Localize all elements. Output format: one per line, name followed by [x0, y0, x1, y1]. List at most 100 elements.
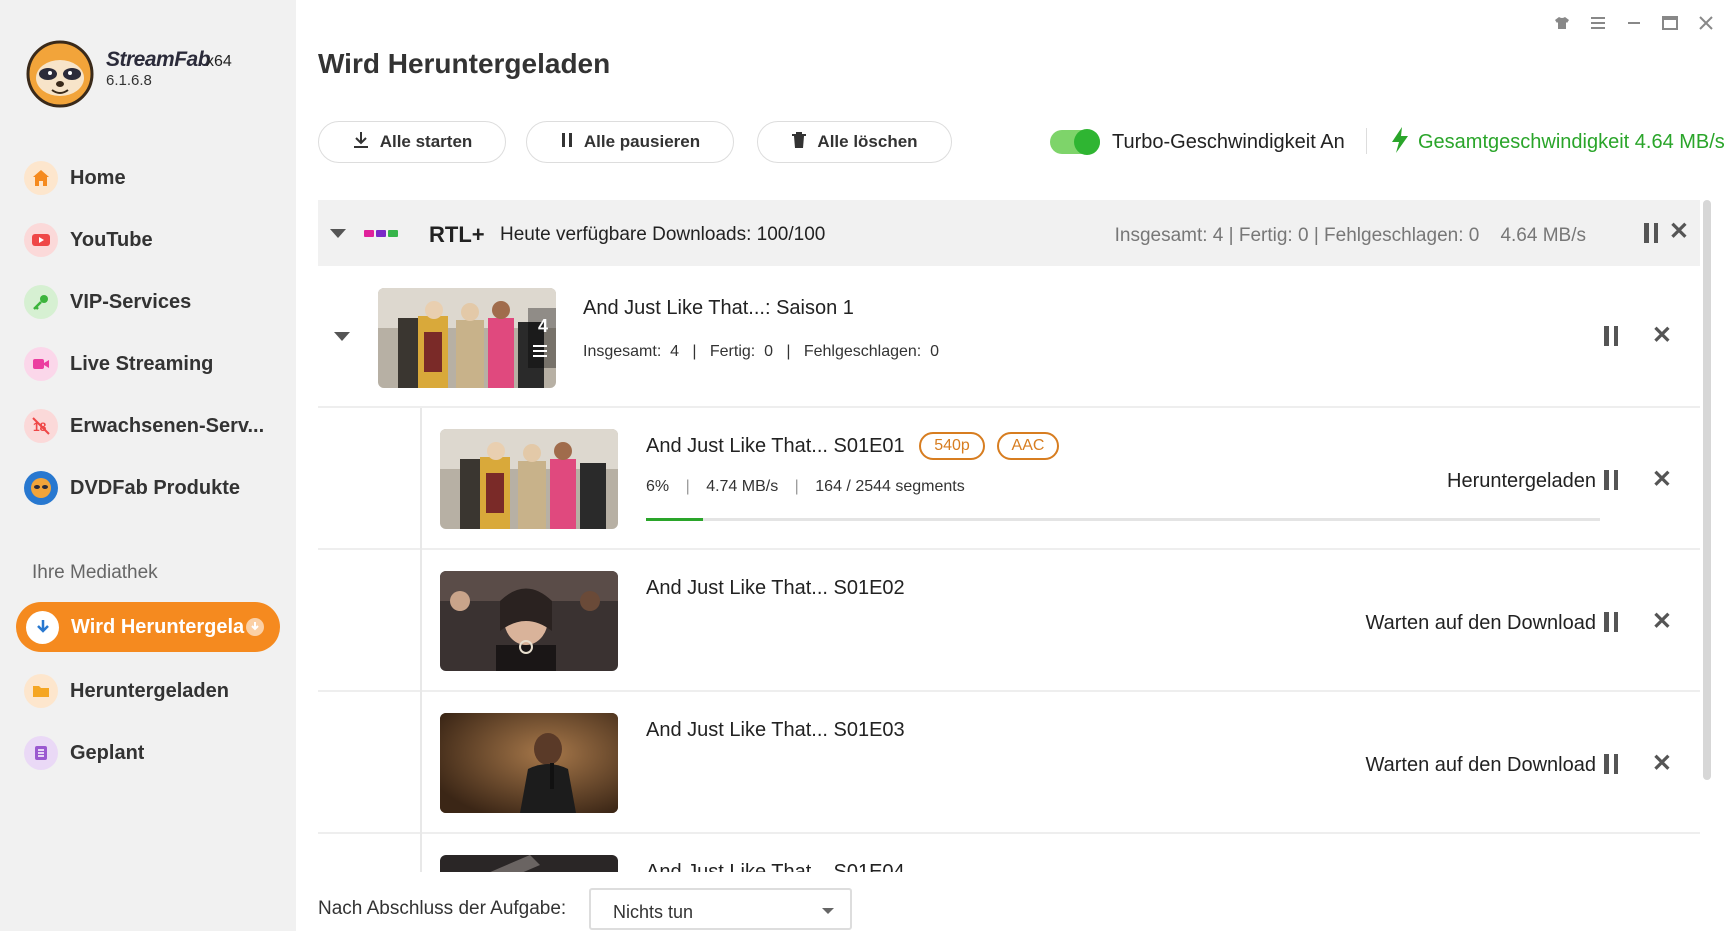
group-speed: 4.64 MB/s: [1500, 225, 1586, 246]
episode-close-button[interactable]: ✕: [1652, 468, 1672, 492]
progress-fill: [646, 518, 704, 521]
start-all-label: Alle starten: [379, 132, 473, 151]
season-row[interactable]: 4 And Just Like That...: Saison 1 Insges…: [318, 266, 1700, 408]
episode-close-button[interactable]: ✕: [1652, 610, 1672, 634]
episode-title: And Just Like That... S01E01: [646, 435, 905, 457]
adult-18-icon: 18: [24, 409, 58, 443]
pause-all-label: Alle pausieren: [583, 132, 701, 151]
group-close-button[interactable]: ✕: [1669, 220, 1689, 244]
sidebar-item-live-streaming[interactable]: Live Streaming: [24, 341, 274, 387]
progress-segments: 164 / 2544 segments: [815, 478, 965, 495]
sidebar-item-label: Home: [70, 166, 126, 189]
sidebar-item-vip-services[interactable]: VIP-Services: [24, 279, 274, 325]
after-task-label: Nach Abschluss der Aufgabe:: [318, 898, 567, 919]
sidebar-item-downloading[interactable]: Wird Heruntergela: [16, 602, 280, 652]
episode-status: Warten auf den Download: [1365, 754, 1596, 776]
collapse-chevron-icon[interactable]: [334, 332, 350, 341]
close-window-icon[interactable]: [1697, 14, 1715, 32]
delete-all-label: Alle löschen: [817, 132, 918, 151]
episode-title: And Just Like That... S01E04: [646, 861, 905, 872]
maximize-icon[interactable]: [1661, 14, 1679, 32]
collapse-chevron-icon[interactable]: [330, 229, 346, 238]
group-header-rtl[interactable]: RTL+ Heute verfügbare Downloads: 100/100…: [318, 200, 1700, 266]
delete-all-button[interactable]: Alle löschen: [757, 121, 952, 163]
app-arch: x64: [206, 53, 232, 70]
scrollbar[interactable]: [1703, 200, 1711, 780]
episode-title: And Just Like That... S01E02: [646, 577, 905, 599]
episode-row[interactable]: And Just Like That... S01E03 Warten auf …: [318, 692, 1700, 834]
window-controls: [1553, 14, 1715, 32]
library-section-label: Ihre Mediathek: [32, 562, 158, 583]
after-task-value: Nichts tun: [613, 902, 694, 922]
app-name: StreamFab: [106, 48, 211, 71]
toggle-knob: [1074, 129, 1100, 155]
episode-thumbnail: [440, 571, 618, 671]
menu-icon[interactable]: [1589, 14, 1607, 32]
tree-line: [420, 408, 422, 550]
group-pause-button[interactable]: [1644, 223, 1658, 243]
episode-pause-button[interactable]: [1604, 754, 1618, 774]
season-title: And Just Like That...: Saison 1: [583, 297, 854, 319]
episode-pause-button[interactable]: [1604, 612, 1618, 632]
episode-title: And Just Like That... S01E03: [646, 719, 905, 741]
group-stats: Insgesamt: 4 | Fertig: 0 | Fehlgeschlage…: [1115, 225, 1586, 247]
season-stats: Insgesamt: 4 | Fertig: 0 | Fehlgeschlage…: [583, 343, 940, 360]
turbo-toggle[interactable]: [1050, 129, 1100, 155]
sidebar: StreamFab x64 6.1.6.8 Home YouTube VIP-S…: [0, 0, 296, 931]
app-version: 6.1.6.8: [106, 72, 152, 89]
tree-line: [420, 550, 422, 692]
episode-status: Warten auf den Download: [1365, 612, 1596, 634]
progress-bar: [646, 518, 1600, 521]
after-task-select[interactable]: Nichts tun: [589, 888, 852, 930]
episode-row[interactable]: And Just Like That... S01E01 540p AAC 6%…: [318, 408, 1700, 550]
download-list: RTL+ Heute verfügbare Downloads: 100/100…: [318, 200, 1700, 872]
service-name: RTL+: [429, 222, 485, 247]
sidebar-item-label: Geplant: [70, 741, 145, 764]
sidebar-item-label: Heruntergeladen: [70, 679, 229, 702]
total-speed: Gesamtgeschwindigkeit 4.64 MB/s: [1418, 131, 1725, 153]
trash-icon: [791, 131, 807, 154]
sidebar-item-label: DVDFab Produkte: [70, 476, 241, 499]
season-pause-button[interactable]: [1604, 326, 1618, 346]
key-icon: [24, 285, 58, 319]
pause-all-button[interactable]: Alle pausieren: [526, 121, 734, 163]
streamfab-logo: [26, 40, 94, 108]
episode-thumbnail: [440, 855, 618, 872]
sidebar-item-scheduled[interactable]: Geplant: [24, 730, 274, 776]
resolution-badge: 540p: [919, 432, 985, 460]
sidebar-item-adult-services[interactable]: 18 Erwachsenen-Serv...: [24, 403, 274, 449]
season-count-badge: 4: [537, 316, 548, 336]
camera-icon: [24, 347, 58, 381]
tshirt-icon[interactable]: [1553, 14, 1571, 32]
sidebar-item-label: Wird Heruntergela: [71, 615, 245, 638]
download-icon: [352, 131, 370, 154]
start-all-button[interactable]: Alle starten: [318, 121, 506, 163]
dvdfab-icon: [24, 471, 58, 505]
sidebar-item-youtube[interactable]: YouTube: [24, 217, 274, 263]
lightning-icon: [1390, 126, 1410, 159]
sidebar-item-dvdfab-products[interactable]: DVDFab Produkte: [24, 465, 274, 511]
download-badge-icon: [246, 618, 265, 636]
sidebar-item-home[interactable]: Home: [24, 155, 274, 201]
group-stats-text: Insgesamt: 4 | Fertig: 0 | Fehlgeschlage…: [1114, 225, 1480, 246]
page-title: Wird Heruntergeladen: [318, 48, 611, 79]
season-thumbnail: 4: [378, 288, 556, 388]
progress-speed: 4.74 MB/s: [706, 478, 779, 495]
list-icon: [24, 736, 58, 770]
minimize-icon[interactable]: [1625, 14, 1643, 32]
youtube-icon: [24, 223, 58, 257]
episode-pause-button[interactable]: [1604, 470, 1618, 490]
progress-percent: 6%: [646, 478, 670, 495]
sidebar-item-downloaded[interactable]: Heruntergeladen: [24, 668, 274, 714]
chevron-down-icon: [822, 908, 834, 914]
folder-icon: [24, 674, 58, 708]
episode-thumbnail: [440, 429, 618, 529]
episode-row[interactable]: And Just Like That... S01E02 Warten auf …: [318, 550, 1700, 692]
episode-thumbnail: [440, 713, 618, 813]
sidebar-item-label: Erwachsenen-Serv...: [70, 414, 265, 437]
divider: [1366, 128, 1367, 154]
season-close-button[interactable]: ✕: [1652, 324, 1672, 348]
home-icon: [24, 161, 58, 195]
episode-row[interactable]: And Just Like That... S01E04: [318, 834, 1700, 872]
episode-close-button[interactable]: ✕: [1652, 752, 1672, 776]
